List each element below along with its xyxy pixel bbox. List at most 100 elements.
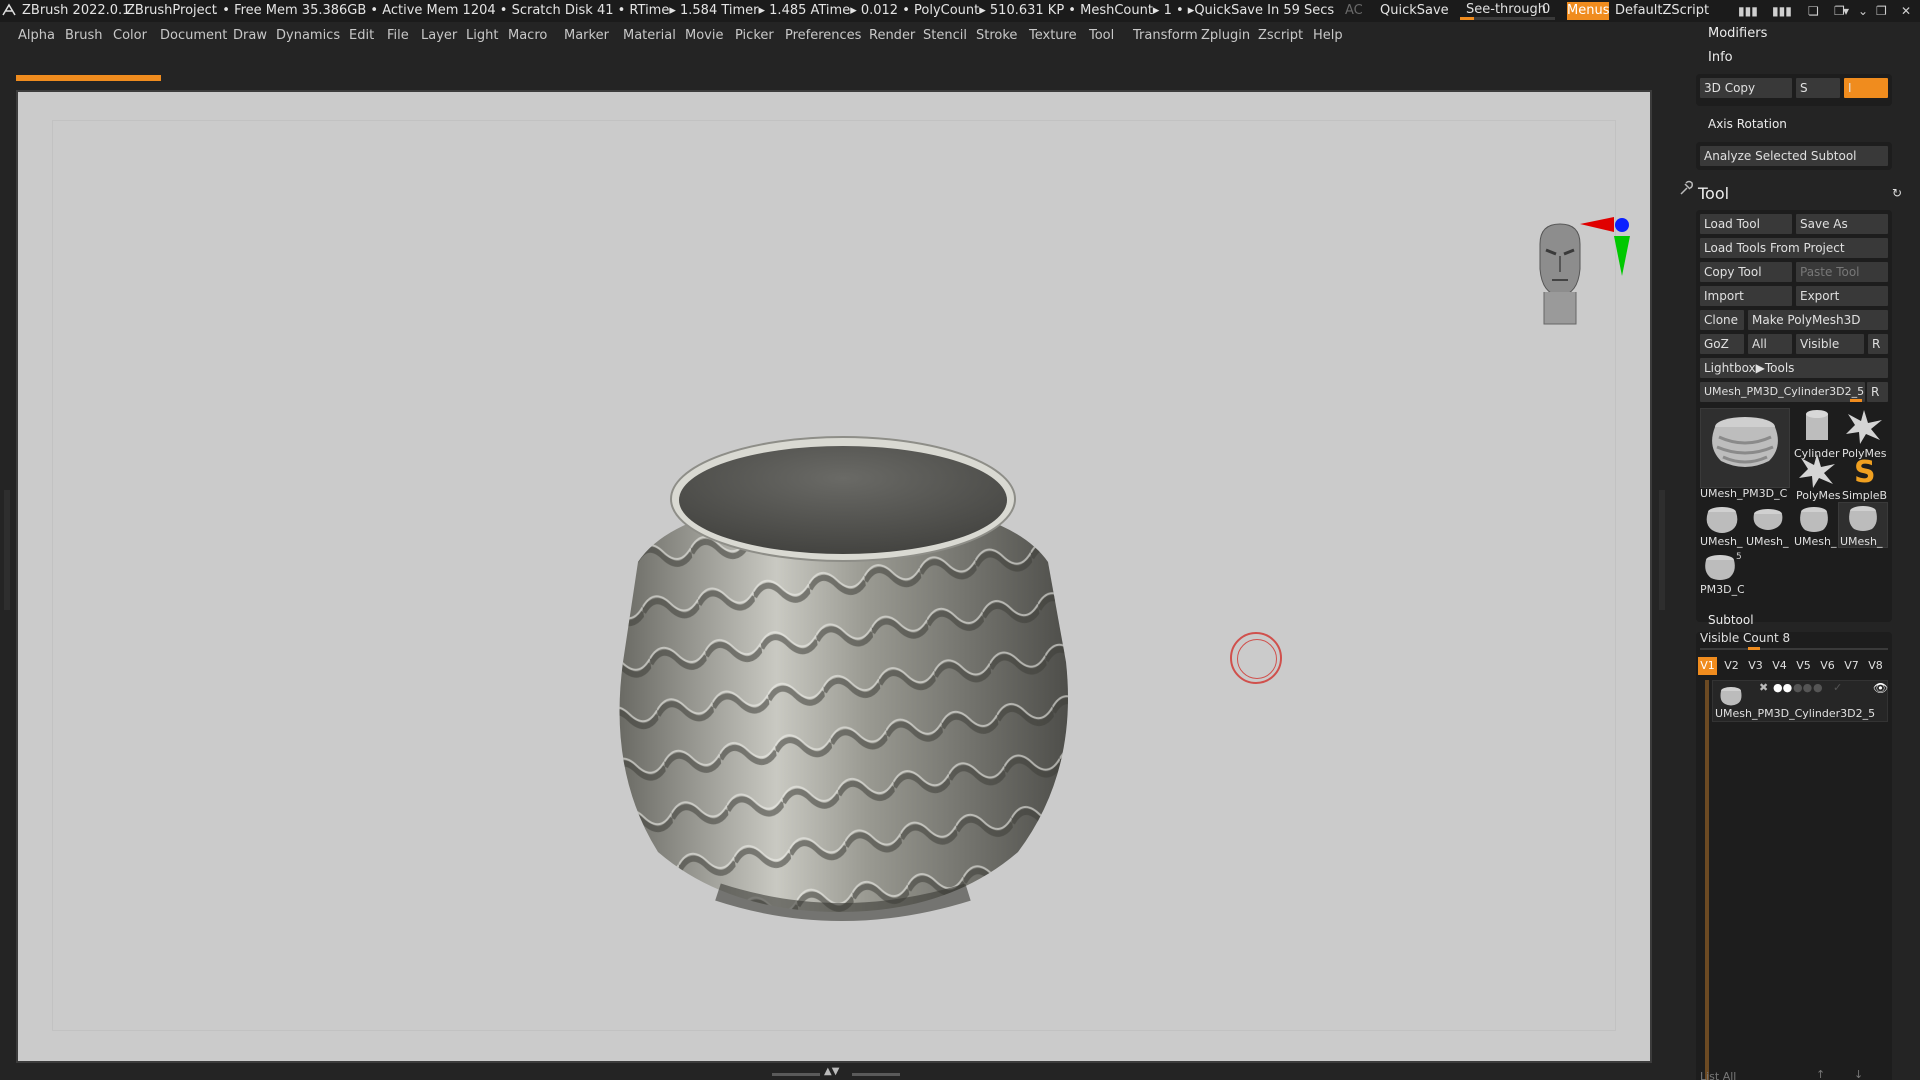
subtool-edit-icon[interactable]: ✓ xyxy=(1833,681,1842,694)
restore-icon[interactable]: ❐ xyxy=(1876,4,1887,18)
analyze-subtool-button[interactable]: Analyze Selected Subtool xyxy=(1700,146,1888,166)
eye-icon[interactable]: 👁 xyxy=(1873,681,1888,695)
subtool-row[interactable]: ✖ ●● ●● ● ✓ 👁 UMesh_PM3D_Cylinder3D2_5 xyxy=(1712,680,1888,722)
thumb-polymesh-star-2[interactable] xyxy=(1794,452,1840,492)
close-icon[interactable]: ✕ xyxy=(1901,4,1911,18)
menu-item-edit[interactable]: Edit xyxy=(349,28,374,43)
quicksave-button[interactable]: QuickSave xyxy=(1380,3,1449,18)
head-icon[interactable] xyxy=(1539,223,1581,325)
tool-pin-icon[interactable] xyxy=(1678,180,1694,196)
make-polymesh-button[interactable]: Make PolyMesh3D xyxy=(1748,310,1888,330)
right-tray-toggle[interactable] xyxy=(1659,490,1665,610)
subtool-toggle-icon[interactable]: ●● xyxy=(1793,681,1812,694)
project-name[interactable]: ZBrushProject xyxy=(126,3,217,18)
subtool-brush-icon[interactable]: ✖ xyxy=(1759,681,1768,694)
menu-item-macro[interactable]: Macro xyxy=(508,28,547,43)
menu-item-color[interactable]: Color xyxy=(113,28,147,43)
menu-item-stroke[interactable]: Stroke xyxy=(976,28,1017,43)
load-tools-project-button[interactable]: Load Tools From Project xyxy=(1700,238,1888,258)
r-button[interactable]: R xyxy=(1868,334,1888,354)
document-canvas[interactable] xyxy=(16,90,1652,1063)
visibility-tab-v5[interactable]: V5 xyxy=(1794,657,1813,675)
menu-item-document[interactable]: Document xyxy=(160,28,227,43)
visibility-tab-v6[interactable]: V6 xyxy=(1818,657,1837,675)
visibility-tab-v1[interactable]: V1 xyxy=(1698,657,1717,675)
y-axis-icon[interactable] xyxy=(1614,236,1630,276)
menu-item-zscript[interactable]: Zscript xyxy=(1258,28,1303,43)
copy3d-button[interactable]: 3D Copy xyxy=(1700,78,1792,98)
layout-icon[interactable]: ▮▮▮ xyxy=(1738,4,1758,18)
z-axis-icon[interactable] xyxy=(1615,218,1629,232)
current-tool-slider[interactable]: UMesh_PM3D_Cylinder3D2_5 xyxy=(1700,382,1865,402)
copy-tool-button[interactable]: Copy Tool xyxy=(1700,262,1792,282)
info-header[interactable]: Info xyxy=(1708,50,1733,65)
visibility-tab-v8[interactable]: V8 xyxy=(1866,657,1885,675)
menus-button[interactable]: Menus xyxy=(1567,2,1609,20)
menu-item-light[interactable]: Light xyxy=(466,28,498,43)
visible-button[interactable]: Visible xyxy=(1796,334,1864,354)
axis-rotation-header[interactable]: Axis Rotation xyxy=(1708,117,1787,131)
menu-item-dynamics[interactable]: Dynamics xyxy=(276,28,340,43)
menu-item-alpha[interactable]: Alpha xyxy=(18,28,55,43)
visibility-tab-v3[interactable]: V3 xyxy=(1746,657,1765,675)
left-tray-toggle[interactable] xyxy=(4,490,10,610)
menu-item-help[interactable]: Help xyxy=(1313,28,1343,43)
ac-label[interactable]: AC xyxy=(1345,3,1363,18)
seethrough-slider[interactable]: See-through 0 xyxy=(1460,1,1555,21)
menu-item-stencil[interactable]: Stencil xyxy=(923,28,967,43)
refresh-icon[interactable]: ↻ xyxy=(1892,186,1902,200)
menu-item-file[interactable]: File xyxy=(387,28,409,43)
menu-item-preferences[interactable]: Preferences xyxy=(785,28,861,43)
menu-item-picker[interactable]: Picker xyxy=(735,28,774,43)
minimize-icon[interactable]: ⌄ xyxy=(1858,4,1868,18)
thumb-cylinder[interactable] xyxy=(1794,408,1840,448)
import-button[interactable]: Import xyxy=(1700,286,1792,306)
menu-item-transform[interactable]: Transform xyxy=(1133,28,1198,43)
subtool-header[interactable]: Subtool xyxy=(1708,613,1754,627)
menu-item-brush[interactable]: Brush xyxy=(65,28,103,43)
r-tool-button[interactable]: R xyxy=(1867,382,1888,402)
window-snap-icon[interactable]: ❏ xyxy=(1808,4,1819,18)
thumb-umesh-large[interactable] xyxy=(1700,408,1790,488)
modifiers-header[interactable]: Modifiers xyxy=(1708,26,1767,41)
menu-item-draw[interactable]: Draw xyxy=(233,28,267,43)
save-as-button[interactable]: Save As xyxy=(1796,214,1888,234)
thumb-polymesh-star[interactable] xyxy=(1840,408,1888,448)
menu-item-marker[interactable]: Marker xyxy=(564,28,609,43)
goz-button[interactable]: GoZ xyxy=(1700,334,1744,354)
default-zscript-button[interactable]: DefaultZScript xyxy=(1615,3,1709,18)
menu-item-zplugin[interactable]: Zplugin xyxy=(1201,28,1250,43)
clone-button[interactable]: Clone xyxy=(1700,310,1744,330)
load-tool-button[interactable]: Load Tool xyxy=(1700,214,1792,234)
visibility-tab-v4[interactable]: V4 xyxy=(1770,657,1789,675)
visibility-tab-v2[interactable]: V2 xyxy=(1722,657,1741,675)
navigation-gizmo[interactable] xyxy=(1530,214,1650,344)
subtool-polypaint-icon[interactable]: ● xyxy=(1813,681,1823,694)
thumb-simplebrush[interactable]: S xyxy=(1840,452,1888,492)
menu-item-tool[interactable]: Tool xyxy=(1089,28,1114,43)
menu-item-material[interactable]: Material xyxy=(623,28,676,43)
menu-item-render[interactable]: Render xyxy=(869,28,915,43)
export-button[interactable]: Export xyxy=(1796,286,1888,306)
move-up-icon[interactable]: ↑ xyxy=(1816,1068,1825,1080)
dropdown-icon[interactable]: ▾ xyxy=(1843,4,1849,18)
bottom-tray-toggle[interactable]: ▲▼ xyxy=(772,1066,900,1078)
lightbox-tools-button[interactable]: Lightbox▶Tools xyxy=(1700,358,1888,378)
x-axis-icon[interactable] xyxy=(1580,217,1614,232)
tray-arrow-icon[interactable]: ▲▼ xyxy=(824,1066,839,1077)
all-button[interactable]: All xyxy=(1748,334,1792,354)
subtool-dot-icon[interactable]: ●● xyxy=(1773,681,1792,694)
i-button[interactable]: I xyxy=(1844,78,1888,98)
menu-item-layer[interactable]: Layer xyxy=(421,28,457,43)
list-all-button[interactable]: List All xyxy=(1700,1070,1736,1080)
sculpt-mesh[interactable] xyxy=(618,432,1068,932)
menu-item-movie[interactable]: Movie xyxy=(685,28,723,43)
visibility-tab-v7[interactable]: V7 xyxy=(1842,657,1861,675)
menu-item-texture[interactable]: Texture xyxy=(1029,28,1077,43)
s-button[interactable]: S xyxy=(1796,78,1840,98)
panel-layout-icon[interactable]: ▮▮▮ xyxy=(1772,4,1792,18)
paste-tool-button[interactable]: Paste Tool xyxy=(1796,262,1888,282)
visible-count-label[interactable]: Visible Count 8 xyxy=(1700,631,1790,645)
move-down-icon[interactable]: ↓ xyxy=(1854,1068,1863,1080)
subtool-scrollbar[interactable] xyxy=(1705,680,1709,1080)
